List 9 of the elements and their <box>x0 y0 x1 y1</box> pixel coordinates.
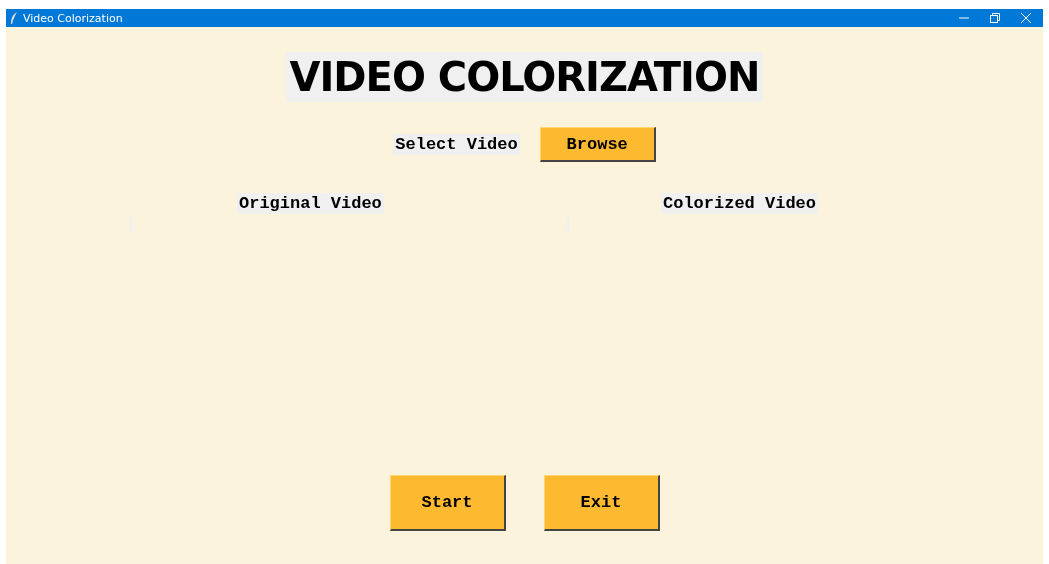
browse-button[interactable]: Browse <box>539 127 656 162</box>
feather-icon <box>10 12 18 24</box>
window-title: Video Colorization <box>23 11 124 25</box>
exit-button[interactable]: Exit <box>543 475 660 531</box>
video-label: Original Video <box>237 193 384 214</box>
app-heading: VIDEO COLORIZATION <box>285 52 764 102</box>
start-button[interactable]: Start <box>389 475 506 531</box>
select-video-label: Select Video <box>393 134 520 155</box>
video-label: Colorized Video <box>661 193 819 214</box>
